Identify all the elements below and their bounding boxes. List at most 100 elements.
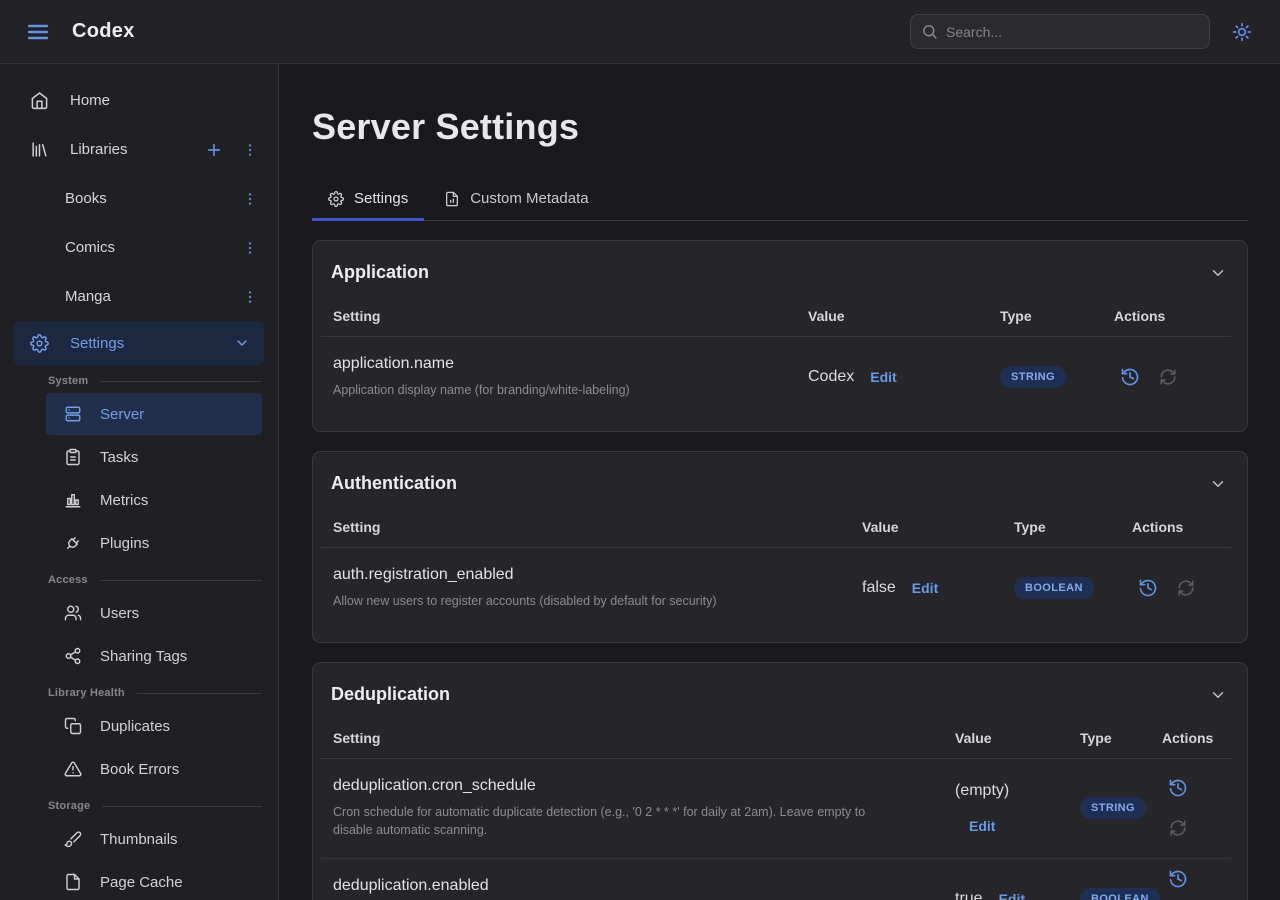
column-actions: Actions (1162, 730, 1231, 746)
clipboard-icon (64, 448, 82, 466)
history-icon (1168, 778, 1188, 798)
card-title: Application (331, 262, 429, 283)
app-title: Codex (72, 20, 135, 43)
tab-settings[interactable]: Settings (312, 184, 424, 221)
sidebar-item-sharing-tags[interactable]: Sharing Tags (46, 635, 262, 677)
type-badge: BOOLEAN (1080, 888, 1160, 900)
sidebar-item-label: Home (70, 92, 262, 109)
sidebar-item-books[interactable]: Books (0, 174, 278, 223)
server-icon (64, 405, 82, 423)
history-button[interactable] (1162, 863, 1194, 895)
column-value: Value (955, 730, 1080, 746)
tab-custom-metadata[interactable]: Custom Metadata (428, 184, 604, 221)
sidebar-item-server[interactable]: Server (46, 393, 262, 435)
sidebar-section-system: System (48, 375, 262, 387)
file-chart-icon (444, 191, 460, 207)
sidebar-item-duplicates[interactable]: Duplicates (46, 705, 262, 747)
sidebar-section-access: Access (48, 574, 262, 586)
column-value: Value (862, 519, 1014, 535)
sidebar-item-settings[interactable]: Settings (14, 321, 264, 365)
file-icon (64, 873, 82, 891)
column-setting: Setting (333, 519, 862, 535)
home-icon (30, 91, 49, 110)
edit-button[interactable]: Edit (870, 369, 896, 385)
history-icon (1168, 869, 1188, 889)
sidebar-item-plugins[interactable]: Plugins (46, 522, 262, 564)
setting-name: application.name (333, 355, 796, 373)
history-icon (1120, 367, 1140, 387)
column-actions: Actions (1132, 519, 1231, 535)
setting-description: Allow new users to register accounts (di… (333, 592, 850, 610)
sidebar-item-users[interactable]: Users (46, 592, 262, 634)
collapse-chevron-icon[interactable] (1209, 475, 1227, 493)
sidebar-item-label: Thumbnails (100, 831, 178, 848)
sidebar-item-tasks[interactable]: Tasks (46, 436, 262, 478)
section-label-text: Library Health (48, 687, 125, 699)
column-setting: Setting (333, 730, 955, 746)
theme-toggle-button[interactable] (1224, 14, 1260, 50)
reset-button[interactable] (1152, 361, 1184, 393)
sidebar-item-thumbnails[interactable]: Thumbnails (46, 818, 262, 860)
warning-triangle-icon (64, 760, 82, 778)
sidebar-item-libraries[interactable]: Libraries (0, 125, 278, 174)
app-window: Codex Home L (0, 0, 1280, 900)
table-header: Setting Value Type Actions (321, 296, 1231, 337)
edit-button[interactable]: Edit (912, 580, 938, 596)
history-button[interactable] (1162, 772, 1194, 804)
comics-menu-button[interactable] (238, 236, 262, 260)
search-box[interactable] (910, 14, 1210, 49)
column-type: Type (1014, 519, 1132, 535)
sidebar-item-metrics[interactable]: Metrics (46, 479, 262, 521)
reset-button[interactable] (1170, 572, 1202, 604)
sidebar-item-book-errors[interactable]: Book Errors (46, 748, 262, 790)
refresh-icon (1169, 819, 1187, 837)
setting-value: Codex (808, 368, 854, 386)
card-application: Application Setting Value Type Actions (312, 240, 1248, 432)
tab-bar: Settings Custom Metadata (312, 184, 1248, 221)
collapse-chevron-icon[interactable] (1209, 686, 1227, 704)
sidebar-section-storage: Storage (48, 800, 262, 812)
refresh-icon (1159, 368, 1177, 386)
sidebar-item-home[interactable]: Home (0, 76, 278, 125)
main-content: Server Settings Settings Custom Metadata (279, 64, 1280, 900)
table-header: Setting Value Type Actions (321, 507, 1231, 548)
section-label-text: System (48, 375, 88, 387)
library-icon (30, 140, 49, 159)
setting-name: auth.registration_enabled (333, 566, 850, 584)
sidebar-item-label: Metrics (100, 492, 148, 509)
history-button[interactable] (1114, 361, 1146, 393)
sidebar-item-label: Users (100, 605, 139, 622)
setting-row-dedup-enabled: deduplication.enabled Enable automatic d… (321, 858, 1231, 900)
manga-menu-button[interactable] (238, 285, 262, 309)
tab-label: Settings (354, 190, 408, 207)
type-badge: STRING (1000, 366, 1066, 388)
libraries-menu-button[interactable] (238, 138, 262, 162)
copy-icon (64, 717, 82, 735)
sidebar-item-label: Page Cache (100, 874, 183, 891)
sidebar-item-label: Settings (70, 335, 213, 352)
setting-description: Cron schedule for automatic duplicate de… (333, 803, 893, 839)
type-badge: BOOLEAN (1014, 577, 1094, 599)
setting-value: (empty) (955, 782, 1009, 800)
sidebar-item-label: Comics (65, 239, 238, 256)
history-button[interactable] (1132, 572, 1164, 604)
reset-button[interactable] (1162, 812, 1194, 844)
sidebar-item-page-cache[interactable]: Page Cache (46, 861, 262, 900)
edit-button[interactable]: Edit (969, 818, 995, 834)
gear-icon (328, 191, 344, 207)
paintbrush-icon (64, 830, 82, 848)
sidebar-item-label: Tasks (100, 449, 138, 466)
search-input[interactable] (946, 24, 1199, 40)
column-type: Type (1080, 730, 1162, 746)
sidebar-item-comics[interactable]: Comics (0, 223, 278, 272)
setting-value: true (955, 890, 983, 900)
menu-button[interactable] (20, 14, 56, 50)
books-menu-button[interactable] (238, 187, 262, 211)
section-label-text: Storage (48, 800, 90, 812)
add-library-button[interactable] (202, 138, 226, 162)
sidebar-item-manga[interactable]: Manga (0, 272, 278, 321)
sidebar-item-label: Plugins (100, 535, 149, 552)
sidebar-item-label: Books (65, 190, 238, 207)
edit-button[interactable]: Edit (999, 891, 1025, 900)
collapse-chevron-icon[interactable] (1209, 264, 1227, 282)
